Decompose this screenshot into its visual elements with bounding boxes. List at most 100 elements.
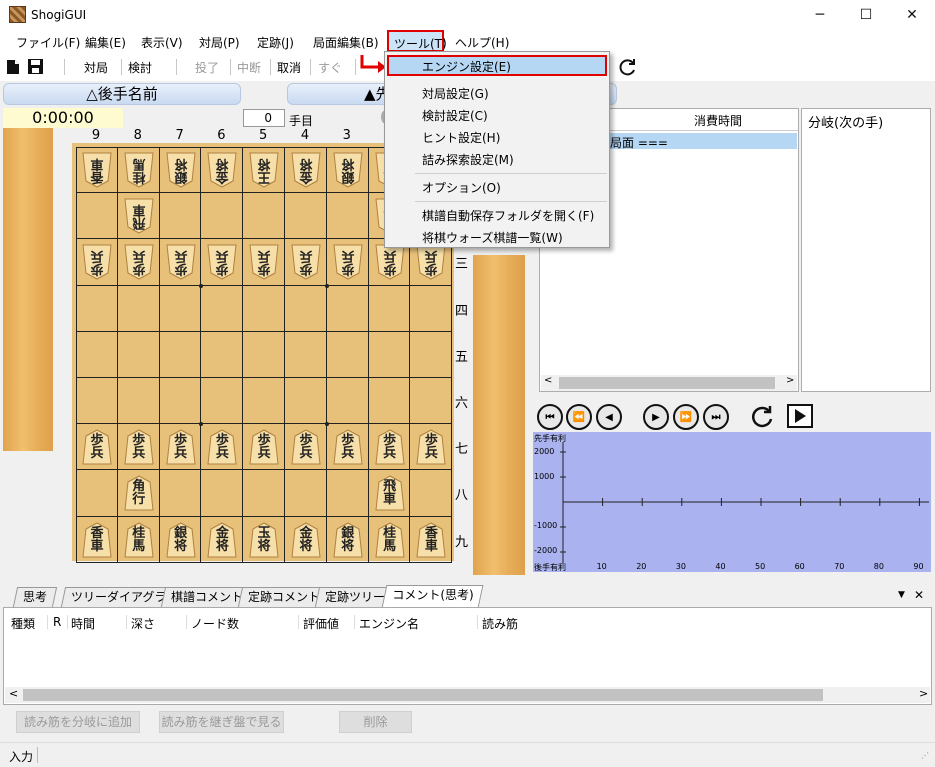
board-square[interactable] (326, 378, 369, 425)
save-icon[interactable] (27, 58, 44, 75)
shogi-piece[interactable]: 香車 (82, 152, 112, 188)
thought-scroll-thumb[interactable] (23, 689, 823, 701)
tab-dropdown-icon[interactable]: ▼ (898, 590, 905, 600)
view-pv-on-board-button[interactable]: 読み筋を継ぎ盤で見る (159, 711, 284, 733)
board-square[interactable] (159, 331, 202, 378)
board-square[interactable] (159, 193, 202, 240)
board-square[interactable] (159, 285, 202, 332)
branch-list[interactable]: 分岐(次の手) (801, 108, 931, 392)
col-depth[interactable]: 深さ (131, 615, 155, 632)
first-move-icon[interactable]: ⏮ (537, 404, 563, 430)
board-square[interactable] (76, 331, 118, 378)
menu-open-autosave-folder[interactable]: 棋譜自動保存フォルダを開く(F) (422, 207, 594, 224)
shogi-piece[interactable]: 銀将 (333, 522, 363, 558)
board-square[interactable] (201, 470, 244, 517)
board-square[interactable] (326, 331, 369, 378)
shogi-piece[interactable]: 金将 (207, 522, 237, 558)
flip-board-icon[interactable] (749, 403, 775, 429)
menu-play[interactable]: 対局(P) (199, 34, 240, 51)
shogi-piece[interactable]: 歩兵 (124, 429, 154, 465)
menu-engine-settings[interactable]: エンジン設定(E) (422, 58, 511, 75)
shogi-piece[interactable]: 飛車 (375, 475, 405, 511)
shogi-piece[interactable]: 歩兵 (416, 429, 446, 465)
new-file-icon[interactable] (6, 59, 20, 75)
shogi-piece[interactable]: 歩兵 (166, 429, 196, 465)
col-time[interactable]: 時間 (71, 615, 95, 632)
menu-position-edit[interactable]: 局面編集(B) (313, 34, 379, 51)
shogi-piece[interactable]: 玉将 (249, 522, 279, 558)
thought-hscrollbar[interactable]: < > (5, 687, 930, 703)
board-square[interactable] (243, 285, 285, 332)
board-square[interactable] (117, 331, 160, 378)
board-square[interactable] (326, 285, 369, 332)
shogi-piece[interactable]: 香車 (82, 522, 112, 558)
rewind-icon[interactable]: ⏪ (566, 404, 592, 430)
board-square[interactable] (117, 378, 160, 425)
board-square[interactable] (117, 285, 160, 332)
shogi-piece[interactable]: 歩兵 (416, 244, 446, 280)
shogi-piece[interactable]: 金将 (291, 522, 321, 558)
thought-table[interactable]: 種類 R 時間 深さ ノード数 評価値 エンジン名 読み筋 < > (3, 607, 932, 705)
board-square[interactable] (326, 193, 369, 240)
shogi-piece[interactable]: 角行 (124, 475, 154, 511)
add-pv-to-branch-button[interactable]: 読み筋を分岐に追加 (16, 711, 140, 733)
col-engine[interactable]: エンジン名 (359, 615, 419, 632)
kifu-first-row[interactable]: 局面 === (610, 134, 668, 151)
scroll-right-icon[interactable]: > (786, 375, 794, 386)
col-pv[interactable]: 読み筋 (482, 615, 518, 632)
menu-view[interactable]: 表示(V) (141, 34, 183, 51)
shogi-piece[interactable]: 歩兵 (291, 429, 321, 465)
shogi-piece[interactable]: 銀将 (166, 522, 196, 558)
board-square[interactable] (410, 286, 453, 332)
fast-forward-icon[interactable]: ⏩ (673, 404, 699, 430)
move-now-button[interactable]: すぐ (318, 59, 342, 76)
board-square[interactable] (76, 378, 118, 425)
board-square[interactable] (201, 193, 244, 240)
resize-grip-icon[interactable]: ⋰ (921, 751, 929, 760)
menu-joseki[interactable]: 定跡(J) (257, 34, 294, 51)
menu-options[interactable]: オプション(O) (422, 179, 501, 196)
board-square[interactable] (368, 378, 411, 425)
kifu-scroll-thumb[interactable] (559, 377, 775, 389)
col-nodes[interactable]: ノード数 (191, 615, 239, 632)
tab-comment-thinking[interactable]: コメント(思考) (381, 585, 484, 608)
rotate-icon[interactable] (618, 57, 638, 77)
shogi-piece[interactable]: 歩兵 (333, 244, 363, 280)
shogi-piece[interactable]: 歩兵 (207, 429, 237, 465)
shogi-piece[interactable]: 歩兵 (124, 244, 154, 280)
shogi-piece[interactable]: 桂馬 (124, 522, 154, 558)
shogi-piece[interactable]: 香車 (416, 522, 446, 558)
board-square[interactable] (159, 470, 202, 517)
board-square[interactable] (368, 331, 411, 378)
shogi-piece[interactable]: 歩兵 (82, 429, 112, 465)
board-square[interactable] (410, 378, 453, 425)
play-icon[interactable] (787, 404, 813, 428)
shogi-piece[interactable]: 銀将 (333, 152, 363, 188)
board-square[interactable] (285, 331, 327, 378)
scroll-left-icon[interactable]: < (544, 375, 552, 386)
shogi-piece[interactable]: 飛車 (124, 198, 154, 234)
board-square[interactable] (285, 285, 327, 332)
board-square[interactable] (201, 378, 244, 425)
shogi-piece[interactable]: 歩兵 (291, 244, 321, 280)
menu-edit[interactable]: 編集(E) (85, 34, 126, 51)
resign-button[interactable]: 投了 (195, 59, 219, 76)
board-square[interactable] (159, 378, 202, 425)
evaluation-graph[interactable]: 先手有利 後手有利 2000 1000 -1000 -2000 10 20 30 40… (533, 432, 931, 572)
shogi-piece[interactable]: 歩兵 (333, 429, 363, 465)
menu-shogiwars-kifu-list[interactable]: 将棋ウォーズ棋譜一覧(W) (422, 229, 563, 246)
board-square[interactable] (410, 332, 453, 378)
shogi-piece[interactable]: 金将 (207, 152, 237, 188)
shogi-piece[interactable]: 桂馬 (124, 152, 154, 188)
shogi-piece[interactable]: 金将 (291, 152, 321, 188)
kifu-hscrollbar[interactable]: < > (541, 375, 797, 391)
shogi-piece[interactable]: 銀将 (166, 152, 196, 188)
menu-mate-search-settings[interactable]: 詰み探索設定(M) (422, 151, 514, 168)
board-square[interactable] (285, 378, 327, 425)
sente-piece-stand[interactable] (473, 255, 525, 575)
shogi-piece[interactable]: 歩兵 (207, 244, 237, 280)
board-square[interactable] (76, 285, 118, 332)
board-square[interactable] (243, 331, 285, 378)
menu-hint-settings[interactable]: ヒント設定(H) (422, 129, 500, 146)
gote-player-name[interactable]: △後手名前 (3, 83, 241, 105)
